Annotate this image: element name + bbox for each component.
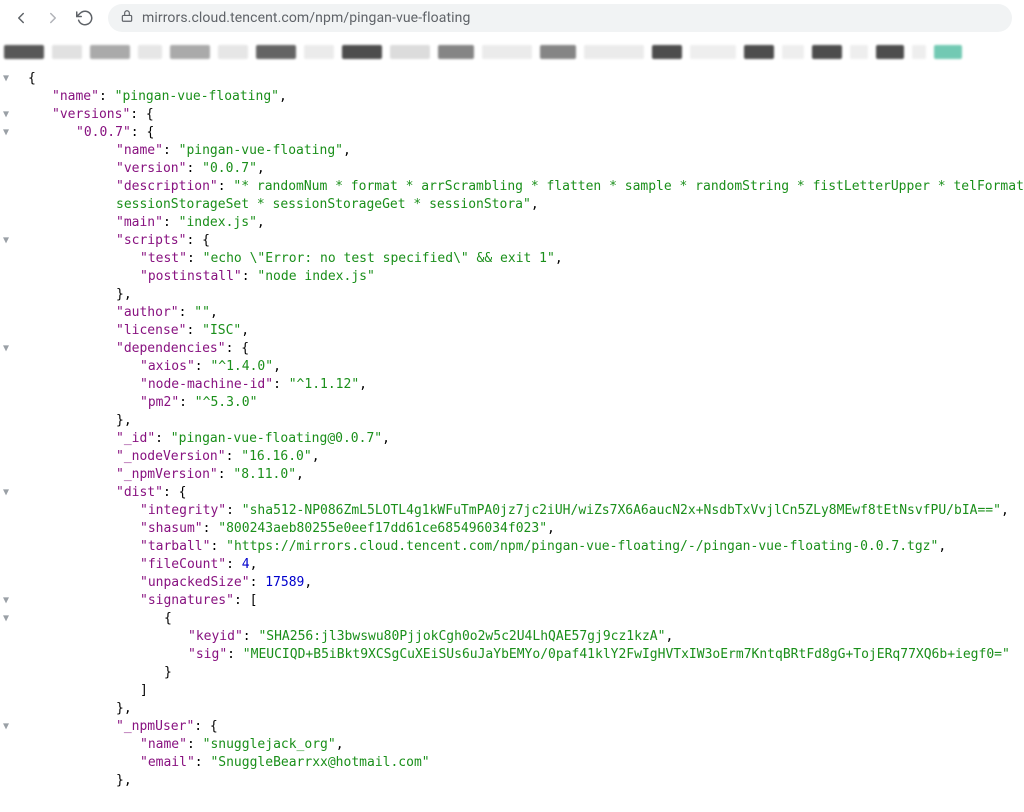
brace: { bbox=[28, 71, 36, 86]
json-string: "pingan-vue-floating" bbox=[115, 89, 279, 104]
json-number: 4 bbox=[242, 557, 250, 572]
json-viewer: ▼{ "name": "pingan-vue-floating", ▼"vers… bbox=[0, 64, 1024, 790]
toggle-icon[interactable]: ▼ bbox=[0, 592, 12, 610]
forward-button[interactable] bbox=[44, 9, 62, 27]
toggle-icon[interactable]: ▼ bbox=[0, 484, 12, 502]
toggle-icon[interactable]: ▼ bbox=[0, 106, 12, 124]
bookmarks-bar bbox=[0, 40, 1024, 64]
address-bar[interactable]: mirrors.cloud.tencent.com/npm/pingan-vue… bbox=[108, 4, 1012, 32]
toggle-icon[interactable]: ▼ bbox=[0, 340, 12, 358]
reload-button[interactable] bbox=[76, 9, 94, 27]
toggle-icon[interactable]: ▼ bbox=[0, 610, 12, 628]
browser-toolbar: mirrors.cloud.tencent.com/npm/pingan-vue… bbox=[0, 0, 1024, 36]
window: mirrors.cloud.tencent.com/npm/pingan-vue… bbox=[0, 0, 1024, 812]
json-key: "name" bbox=[52, 89, 99, 104]
json-key: "versions" bbox=[52, 107, 130, 122]
back-button[interactable] bbox=[12, 9, 30, 27]
json-key: "0.0.7" bbox=[76, 125, 131, 140]
toggle-icon[interactable]: ▼ bbox=[0, 124, 12, 142]
url-text: mirrors.cloud.tencent.com/npm/pingan-vue… bbox=[142, 10, 470, 26]
lock-icon bbox=[120, 9, 134, 27]
toggle-icon[interactable]: ▼ bbox=[0, 70, 12, 88]
toggle-icon[interactable]: ▼ bbox=[0, 232, 12, 250]
toggle-icon[interactable]: ▼ bbox=[0, 718, 12, 736]
